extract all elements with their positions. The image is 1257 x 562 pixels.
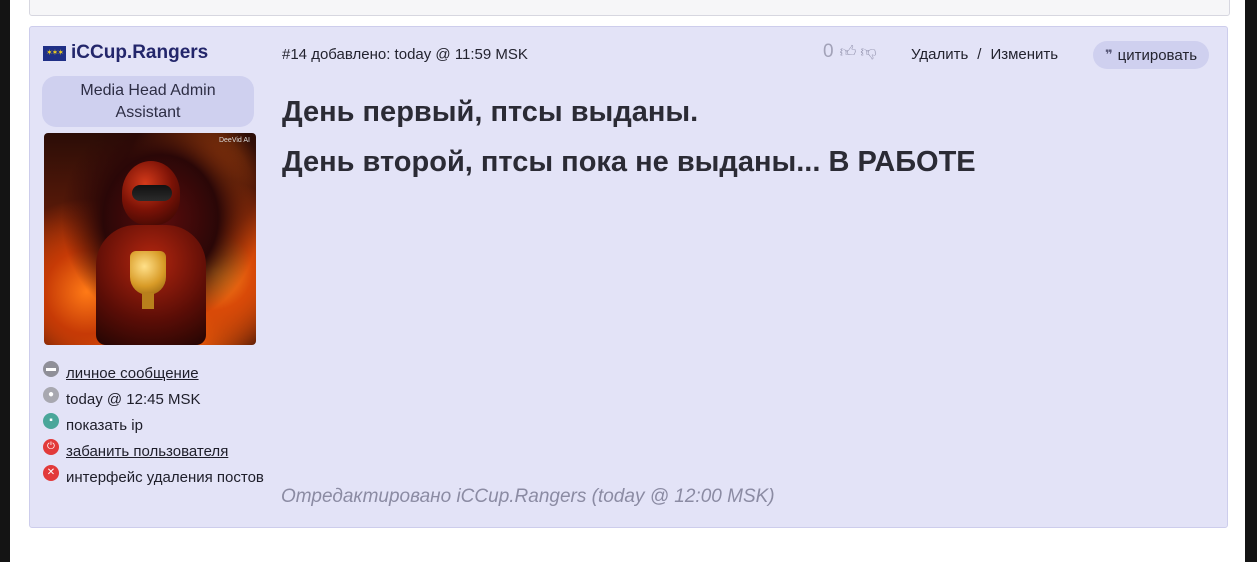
info-item-show-ip: ▪ показать ip bbox=[43, 412, 264, 438]
delete-icon: ✕ bbox=[43, 465, 59, 481]
info-item-delete-posts: ✕ интерфейс удаления постов bbox=[43, 464, 264, 490]
post-author: ✶✶✶ iCCup.Rangers bbox=[43, 42, 208, 64]
vote-count: 0 bbox=[823, 41, 834, 62]
post-content: День первый, птсы выданы. День второй, п… bbox=[282, 87, 976, 187]
eu-flag-icon: ✶✶✶ bbox=[43, 45, 66, 61]
right-background-edge bbox=[1245, 0, 1257, 562]
post-meta: #14 добавлено: today @ 11:59 MSK bbox=[282, 46, 528, 63]
info-item-ban: ⏻ забанить пользователя bbox=[43, 438, 264, 464]
avatar-trophy-stem bbox=[142, 293, 154, 309]
delete-link[interactable]: Удалить bbox=[911, 46, 968, 63]
actions-separator: / bbox=[977, 46, 982, 63]
ip-icon: ▪ bbox=[43, 413, 59, 429]
author-role-badge: Media Head Admin Assistant bbox=[42, 76, 254, 127]
quote-button[interactable]: ❞ цитировать bbox=[1093, 41, 1210, 69]
last-visit-text: today @ 12:45 MSK bbox=[66, 390, 201, 408]
post-line: День второй, птсы пока не выданы... В РА… bbox=[282, 146, 976, 178]
avatar-watermark: DeeVid AI bbox=[218, 137, 250, 144]
message-icon: ▬ bbox=[43, 361, 59, 377]
private-message-link[interactable]: личное сообщение bbox=[66, 365, 199, 382]
show-ip-text[interactable]: показать ip bbox=[66, 417, 143, 434]
post-actions: Удалить / Изменить bbox=[911, 46, 1058, 63]
quote-icon: ❞ bbox=[1105, 47, 1113, 62]
post-votes: 0 👍︎ 👎︎ bbox=[823, 41, 881, 63]
avatar: DeeVid AI bbox=[44, 133, 256, 345]
info-item-private-message: ▬ личное сообщение bbox=[43, 360, 264, 386]
edited-note: Отредактировано iCCup.Rangers (today @ 1… bbox=[281, 486, 775, 507]
quote-label: цитировать bbox=[1117, 46, 1198, 64]
ban-user-link[interactable]: забанить пользователя bbox=[66, 443, 228, 460]
info-item-last-visit: ● today @ 12:45 MSK bbox=[43, 386, 264, 412]
avatar-trophy bbox=[130, 251, 166, 295]
left-background-edge bbox=[0, 0, 10, 562]
clock-icon: ● bbox=[43, 387, 59, 403]
thumbs-down-icon[interactable]: 👎︎ bbox=[860, 43, 876, 62]
thumbs-up-icon[interactable]: 👍︎ bbox=[840, 43, 857, 62]
post-line: День первый, птсы выданы. bbox=[282, 96, 699, 128]
avatar-figure-visor bbox=[132, 185, 172, 201]
previous-post-bottom bbox=[29, 0, 1230, 16]
author-name-link[interactable]: iCCup.Rangers bbox=[71, 42, 208, 64]
ban-icon: ⏻ bbox=[43, 439, 59, 455]
delete-posts-text[interactable]: интерфейс удаления постов bbox=[66, 469, 264, 486]
edit-link[interactable]: Изменить bbox=[990, 46, 1058, 63]
user-info-list: ▬ личное сообщение ● today @ 12:45 MSK ▪… bbox=[43, 360, 264, 490]
forum-post: ✶✶✶ iCCup.Rangers Media Head Admin Assis… bbox=[29, 26, 1228, 528]
